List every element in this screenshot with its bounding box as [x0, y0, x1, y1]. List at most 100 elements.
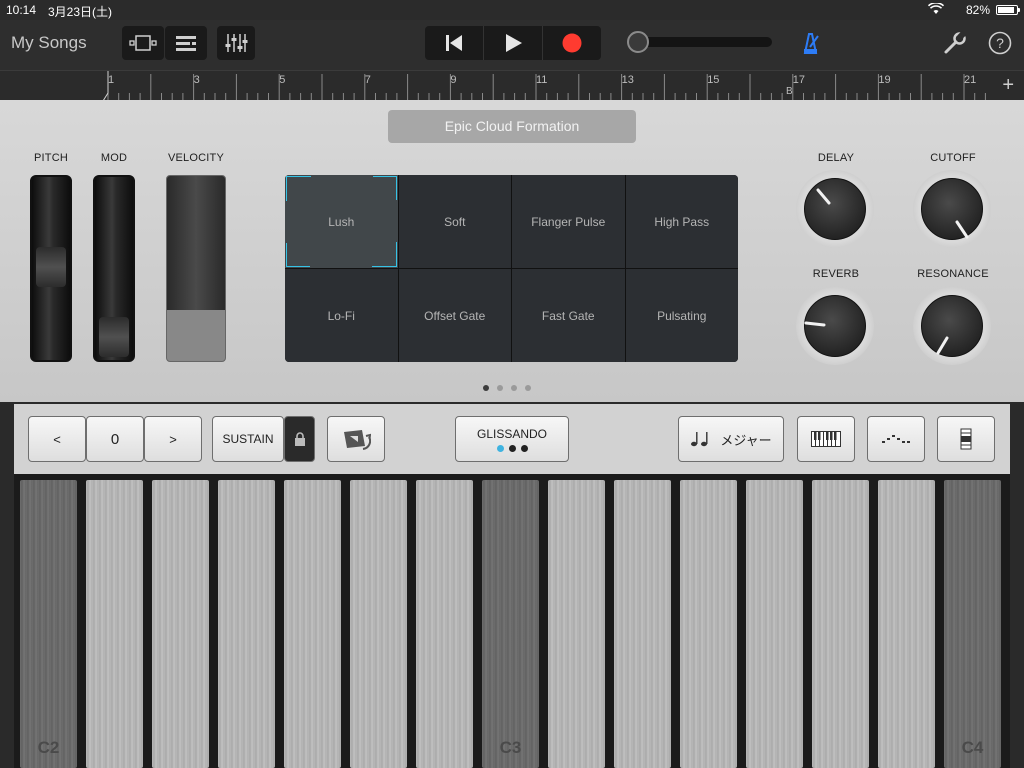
pad-offset-gate[interactable]: Offset Gate — [398, 269, 511, 362]
sustain-lock-button[interactable] — [284, 416, 315, 462]
pad-fast-gate[interactable]: Fast Gate — [512, 269, 625, 362]
arpeggiator-icon — [344, 430, 371, 450]
sustain-button[interactable]: SUSTAIN — [212, 416, 284, 462]
battery-icon — [996, 5, 1020, 15]
cutoff-knob[interactable] — [913, 170, 991, 248]
settings-button[interactable] — [943, 30, 967, 60]
status-time: 10:14 — [6, 3, 37, 17]
play-button[interactable] — [484, 26, 543, 60]
pad-label: High Pass — [654, 214, 710, 229]
ruler-tick-marks — [103, 71, 986, 101]
svg-text:?: ? — [996, 35, 1004, 51]
record-button[interactable] — [543, 26, 601, 60]
delay-label: DELAY — [817, 152, 855, 164]
glissando-label: GLISSANDO — [476, 426, 548, 441]
pitch-wheel[interactable] — [30, 175, 72, 362]
octave-up-button[interactable]: > — [144, 416, 202, 462]
chord-strip-button[interactable] — [937, 416, 995, 462]
piano-key[interactable] — [812, 480, 869, 768]
keyboard-controls: < 0 > SUSTAIN GLISSANDO メジャー — [14, 404, 1010, 474]
piano-key[interactable] — [614, 480, 671, 768]
pad-label: Lush — [328, 214, 355, 229]
piano-key[interactable]: C4 — [944, 480, 1001, 768]
pad-label: Flanger Pulse — [531, 214, 606, 229]
pad-lo-fi[interactable]: Lo-Fi — [285, 269, 398, 362]
ruler-bar-number: 9 — [450, 74, 457, 86]
piano-keys-icon — [811, 431, 841, 447]
chord-strip-icon — [960, 428, 972, 450]
piano-key[interactable] — [548, 480, 605, 768]
status-bar: 10:14 3月23日(土) 82% — [0, 0, 1024, 20]
scale-button[interactable]: メジャー — [678, 416, 784, 462]
piano-key[interactable] — [416, 480, 473, 768]
page-dot[interactable] — [525, 385, 531, 391]
piano-key[interactable]: C2 — [20, 480, 77, 768]
patch-name-button[interactable]: Epic Cloud Formation — [388, 110, 636, 143]
octave-value: 0 — [86, 416, 144, 462]
glissando-mode-dots — [496, 444, 528, 452]
piano-key[interactable] — [86, 480, 143, 768]
track-list-button[interactable] — [165, 26, 207, 60]
pad-lush[interactable]: Lush — [285, 175, 398, 268]
octave-down-button[interactable]: < — [28, 416, 86, 462]
scale-label: メジャー — [720, 432, 772, 448]
arpeggiator-button[interactable] — [327, 416, 385, 462]
pad-high-pass[interactable]: High Pass — [625, 175, 738, 268]
resonance-knob[interactable] — [913, 287, 991, 365]
piano-key[interactable] — [746, 480, 803, 768]
mixer-button[interactable] — [217, 26, 255, 60]
reverb-knob[interactable] — [796, 287, 874, 365]
record-icon — [562, 33, 582, 53]
pad-label: Pulsating — [657, 308, 707, 323]
arpeggio-pattern-button[interactable] — [867, 416, 925, 462]
pitch-label: PITCH — [34, 152, 68, 164]
mod-label: MOD — [100, 152, 128, 164]
ruler-bar-number: 21 — [964, 74, 977, 86]
velocity-slider[interactable] — [166, 175, 226, 362]
page-dot[interactable] — [483, 385, 489, 391]
piano-key[interactable]: C3 — [482, 480, 539, 768]
lock-icon — [294, 432, 305, 446]
metronome-icon — [803, 33, 819, 54]
playhead-slider-knob[interactable] — [627, 31, 649, 53]
help-button[interactable]: ? — [988, 31, 1012, 60]
ruler-bar-number: 3 — [193, 74, 200, 86]
my-songs-button[interactable]: My Songs — [11, 33, 87, 53]
timeline-ruler[interactable]: 1 3 5 7 9 11 13 15 17 19 21 B + — [0, 70, 1024, 101]
page-dot[interactable] — [497, 385, 503, 391]
music-notes-icon — [691, 432, 708, 447]
transport-controls — [425, 26, 601, 60]
delay-knob[interactable] — [796, 170, 874, 248]
piano-key[interactable] — [152, 480, 209, 768]
piano-key[interactable] — [284, 480, 341, 768]
keyboard-view-button[interactable] — [797, 416, 855, 462]
page-indicator[interactable] — [483, 385, 531, 391]
ruler-bar-number: 17 — [792, 74, 806, 86]
piano-key[interactable] — [350, 480, 407, 768]
ruler-bar-number: 13 — [621, 74, 634, 86]
resonance-label: RESONANCE — [917, 268, 989, 280]
pad-label: Fast Gate — [541, 308, 595, 323]
pad-pulsating[interactable]: Pulsating — [625, 269, 738, 362]
key-label-c2: C2 — [37, 738, 60, 757]
toolbar: My Songs ? — [0, 20, 1024, 70]
metronome-button[interactable] — [798, 32, 822, 59]
page-dot[interactable] — [511, 385, 517, 391]
piano-key[interactable] — [218, 480, 275, 768]
glissando-button[interactable]: GLISSANDO — [455, 416, 569, 462]
pad-label: Soft — [444, 214, 466, 229]
rewind-button[interactable] — [425, 26, 484, 60]
pad-flanger-pulse[interactable]: Flanger Pulse — [512, 175, 625, 268]
mod-wheel[interactable] — [93, 175, 135, 362]
reverb-label: REVERB — [812, 268, 860, 280]
tracks-view-button[interactable] — [122, 26, 164, 60]
add-section-button[interactable]: + — [1002, 74, 1014, 97]
key-label-c4: C4 — [961, 738, 984, 757]
piano-key[interactable] — [680, 480, 737, 768]
pad-soft[interactable]: Soft — [398, 175, 511, 268]
ruler-ticks: 1 3 5 7 9 11 13 15 17 19 21 — [103, 71, 999, 101]
play-icon — [506, 34, 522, 52]
piano-key[interactable] — [878, 480, 935, 768]
battery-percent: 82% — [965, 3, 990, 17]
playhead-slider-track[interactable] — [632, 37, 772, 47]
